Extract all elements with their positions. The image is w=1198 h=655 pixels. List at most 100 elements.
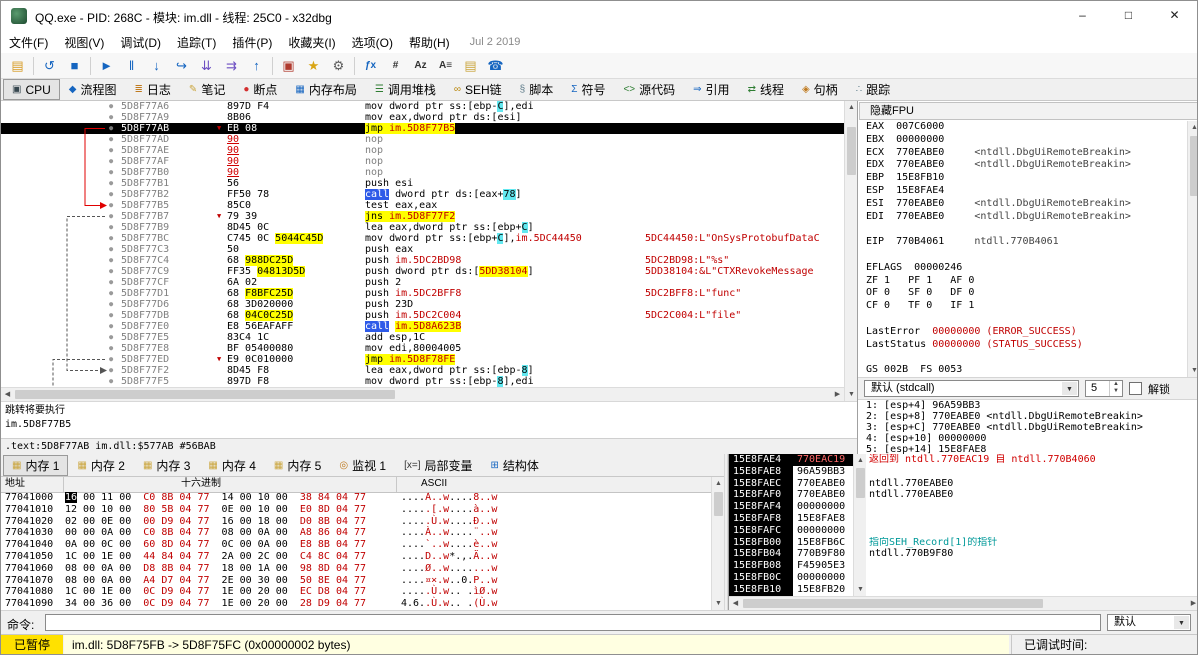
breakpoint-dot[interactable]: ● bbox=[109, 112, 113, 123]
scroll-up-arrow[interactable]: ▲ bbox=[854, 454, 867, 467]
breakpoint-dot[interactable]: ● bbox=[109, 178, 113, 189]
disasm-row[interactable]: ● 5D8F77DB 68 04C0C25D push im.5DC2C004 5DC2… bbox=[1, 310, 844, 321]
disasm-row[interactable]: ● 5D8F77B5 85C0 test eax,eax bbox=[1, 200, 844, 211]
disasm-row[interactable]: ● 5D8F77AF 90 nop bbox=[1, 156, 844, 167]
tab-script[interactable]: § 脚本 bbox=[511, 79, 563, 100]
scroll-left-arrow[interactable]: ◀ bbox=[1, 388, 14, 401]
register-line[interactable] bbox=[866, 351, 1187, 364]
breakpoint-dot[interactable]: ● bbox=[109, 156, 113, 167]
disasm-row[interactable]: ● 5D8F77B9 8D45 0C lea eax,dword ptr ss:[eb… bbox=[1, 222, 844, 233]
font-button[interactable]: Az bbox=[408, 55, 433, 77]
scroll-down-arrow[interactable]: ▼ bbox=[1188, 364, 1197, 377]
tab-source[interactable]: <> 源代码 bbox=[614, 79, 684, 100]
breakpoint-dot[interactable]: ● bbox=[109, 189, 113, 200]
disasm-row[interactable]: ● 5D8F77F2 8D45 F8 lea eax,dword ptr ss:[eb… bbox=[1, 365, 844, 376]
disasm-row[interactable]: ● 5D8F77D1 68 F8BFC25D push im.5DC2BFF8 5DC2… bbox=[1, 288, 844, 299]
disasm-row[interactable]: ● 5D8F77C9 FF35 04813D5D push dword ptr ds:… bbox=[1, 266, 844, 277]
trace-into-button[interactable]: ⇊ bbox=[194, 55, 219, 77]
register-line[interactable]: EAX 007C6000 bbox=[866, 121, 1187, 134]
tab-symbols[interactable]: Σ 符号 bbox=[562, 79, 614, 100]
command-history-select[interactable]: 默认 ▼ bbox=[1107, 614, 1191, 631]
close-button[interactable]: ✕ bbox=[1152, 1, 1197, 30]
breakpoint-dot[interactable]: ● bbox=[109, 343, 113, 354]
chevron-down-icon[interactable]: ▼ bbox=[1062, 382, 1077, 395]
tab-trace[interactable]: ∴ 跟踪 bbox=[847, 79, 899, 100]
scroll-left-arrow[interactable]: ◀ bbox=[729, 597, 742, 610]
stack-row[interactable]: 15E8FAFC 00000000 bbox=[729, 524, 1197, 537]
stack-row[interactable]: 15E8FAEC 770EABE0 ntdll.770EABE0 bbox=[729, 477, 1197, 490]
scroll-thumb[interactable] bbox=[15, 390, 395, 399]
minimize-button[interactable]: – bbox=[1060, 1, 1105, 30]
chevron-down-icon[interactable]: ▼ bbox=[1174, 616, 1189, 629]
dump-row[interactable]: 77041030 00 00 0A 00 C0 8B 04 77 08 00 0A… bbox=[1, 527, 711, 539]
tab-dump-1[interactable]: ▦ 内存 1 bbox=[3, 454, 69, 476]
breakpoint-dot[interactable]: ● bbox=[109, 200, 113, 211]
disasm-row[interactable]: ● 5D8F77E5 83C4 1C add esp,1C bbox=[1, 332, 844, 343]
menu-item[interactable]: 调试(D) bbox=[112, 32, 169, 53]
breakpoint-dot[interactable]: ● bbox=[109, 310, 113, 321]
scroll-down-arrow[interactable]: ▼ bbox=[854, 583, 867, 596]
tab-dump-3[interactable]: ▦ 内存 3 bbox=[134, 455, 199, 476]
breakpoint-dot[interactable]: ● bbox=[109, 244, 113, 255]
topmost-button[interactable]: A≡ bbox=[433, 55, 458, 77]
calling-convention-select[interactable]: 默认 (stdcall) ▼ bbox=[864, 380, 1079, 397]
favourites-button[interactable]: ★ bbox=[301, 55, 326, 77]
tab-handles[interactable]: ◈ 句柄 bbox=[793, 79, 847, 100]
breakpoint-dot[interactable]: ● bbox=[109, 233, 113, 244]
stepper-arrows-icon[interactable]: ▲ ▼ bbox=[1109, 381, 1122, 396]
breakpoint-dot[interactable]: ● bbox=[109, 321, 113, 332]
modem-button[interactable]: ☎ bbox=[483, 55, 508, 77]
breakpoint-dot[interactable]: ● bbox=[109, 299, 113, 310]
breakpoint-dot[interactable]: ● bbox=[109, 134, 113, 145]
menu-item[interactable]: 文件(F) bbox=[1, 32, 56, 53]
register-line[interactable]: GS 002B FS 0053 bbox=[866, 364, 1187, 377]
register-line[interactable]: ZF 1 PF 1 AF 0 bbox=[866, 275, 1187, 288]
breakpoint-dot[interactable]: ● bbox=[109, 222, 113, 233]
menu-item[interactable]: 收藏夹(I) bbox=[280, 32, 343, 53]
dump-row[interactable]: 77041000 16 00 11 00 C0 8B 04 77 14 00 10… bbox=[1, 492, 711, 504]
stack-row[interactable]: 15E8FB08 F45905E3 bbox=[729, 560, 1197, 572]
argument-line[interactable]: 4: [esp+10] 00000000 bbox=[866, 433, 1197, 444]
register-line[interactable]: CF 0 TF 0 IF 1 bbox=[866, 300, 1187, 313]
disasm-row[interactable]: ● 5D8F77AE 90 nop bbox=[1, 145, 844, 156]
register-line[interactable]: EBX 00000000 bbox=[866, 134, 1187, 147]
step-into-button[interactable]: ↓ bbox=[144, 55, 169, 77]
tab-dump-4[interactable]: ▦ 内存 4 bbox=[199, 455, 264, 476]
register-line[interactable]: ECX 770EABE0 <ntdll.DbgUiRemoteBreakin> bbox=[866, 147, 1187, 160]
disasm-row[interactable]: ● 5D8F77A6 897D F4 mov dword ptr ss:[ebp-C]… bbox=[1, 101, 844, 112]
register-line[interactable]: ESP 15E8FAE4 bbox=[866, 185, 1187, 198]
scroll-thumb[interactable] bbox=[856, 468, 865, 498]
trace-over-button[interactable]: ⇉ bbox=[219, 55, 244, 77]
dump-row[interactable]: 77041010 12 00 10 00 80 5B 04 77 0E 00 10… bbox=[1, 504, 711, 516]
tab-call-stack[interactable]: ☰ 调用堆栈 bbox=[366, 79, 445, 100]
scroll-thumb[interactable] bbox=[1190, 136, 1197, 196]
stack-row[interactable]: 15E8FAF4 00000000 bbox=[729, 501, 1197, 513]
hash-button[interactable]: # bbox=[383, 55, 408, 77]
menu-item[interactable]: 帮助(H) bbox=[401, 32, 458, 53]
dump-row[interactable]: 77041040 0A 00 0C 00 60 8D 04 77 0C 00 0A… bbox=[1, 539, 711, 551]
step-over-button[interactable]: ↪ bbox=[169, 55, 194, 77]
scroll-thumb[interactable] bbox=[847, 127, 856, 175]
run-to-return-button[interactable]: ↑ bbox=[244, 55, 269, 77]
stack-row[interactable]: 15E8FAE4 770EAC19 返回到 ntdll.770EAC19 自 ntd… bbox=[729, 454, 1197, 466]
calculator-button[interactable]: ƒx bbox=[358, 55, 383, 77]
disasm-row[interactable]: ● 5D8F77D6 68 3D020000 push 23D bbox=[1, 299, 844, 310]
argument-line[interactable]: 2: [esp+8] 770EABE0 <ntdll.DbgUiRemoteBr… bbox=[866, 411, 1197, 422]
argument-count-stepper[interactable]: 5 ▲ ▼ bbox=[1085, 380, 1123, 397]
argument-line[interactable]: 3: [esp+C] 770EABE0 <ntdll.DbgUiRemoteBr… bbox=[866, 422, 1197, 433]
scroll-right-arrow[interactable]: ▶ bbox=[831, 388, 844, 401]
stack-row[interactable]: 15E8FB00 15E8FB6C 指向SEH_Record[1]的指针 bbox=[729, 536, 1197, 549]
restart-button[interactable]: ↺ bbox=[37, 55, 62, 77]
tab-references[interactable]: ⇒ 引用 bbox=[684, 79, 738, 100]
stack-row[interactable]: 15E8FAF0 770EABE0 ntdll.770EABE0 bbox=[729, 489, 1197, 502]
disasm-row[interactable]: ● 5D8F77AB ▼ EB 08 jmp im.5D8F77B5 bbox=[1, 123, 844, 134]
stop-button[interactable]: ■ bbox=[62, 55, 87, 77]
breakpoint-dot[interactable]: ● bbox=[109, 167, 113, 178]
open-file-button[interactable]: ▤ bbox=[5, 55, 30, 77]
register-line[interactable]: ESI 770EABE0 <ntdll.DbgUiRemoteBreakin> bbox=[866, 198, 1187, 211]
disasm-row[interactable]: ● 5D8F77A9 8B06 mov eax,dword ptr ds:[esi] bbox=[1, 112, 844, 123]
disasm-row[interactable]: ● 5D8F77E8 BF 05400080 mov edi,80004005 bbox=[1, 343, 844, 354]
unlock-checkbox[interactable] bbox=[1129, 382, 1142, 395]
stack-row[interactable]: 15E8FB10 15E8FB20 bbox=[729, 583, 1197, 596]
register-line[interactable] bbox=[866, 313, 1187, 326]
